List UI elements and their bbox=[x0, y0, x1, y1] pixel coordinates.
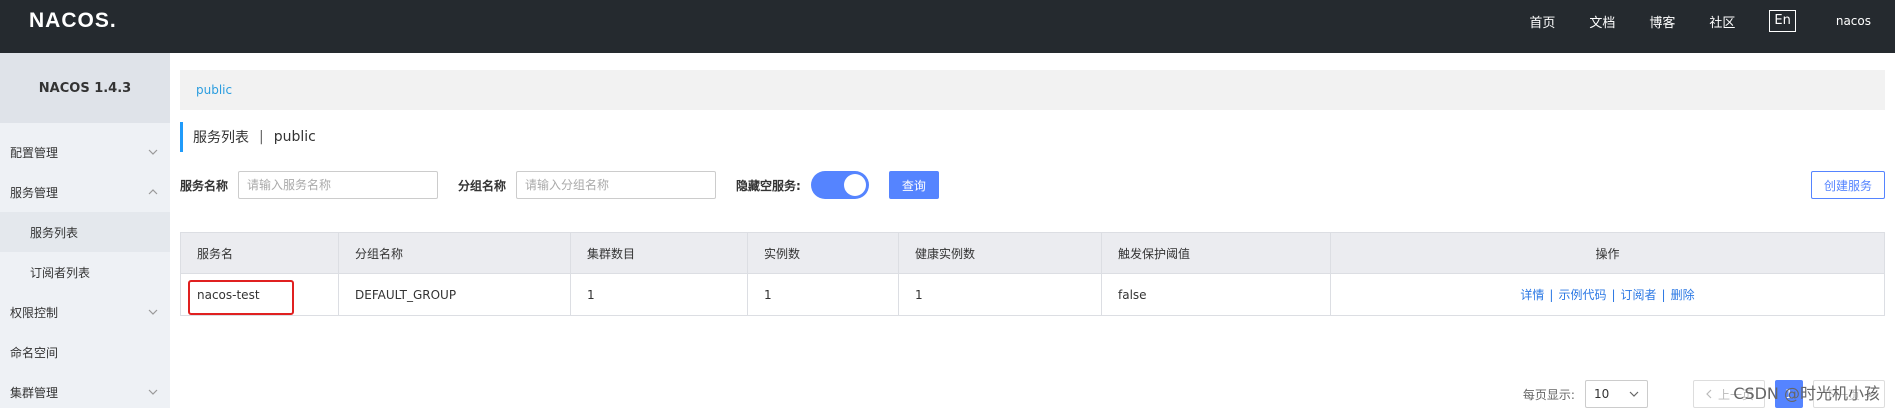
col-healthy-count: 健康实例数 bbox=[898, 232, 1102, 274]
page-title: 服务列表 | public bbox=[180, 122, 316, 152]
nacos-logo[interactable]: NACOS. bbox=[29, 9, 117, 33]
sidebar-item-service-list[interactable]: 服务列表 bbox=[0, 212, 170, 252]
chevron-down-icon bbox=[148, 389, 158, 395]
col-instance-count: 实例数 bbox=[747, 232, 899, 274]
sidebar-item-subscriber-list[interactable]: 订阅者列表 bbox=[0, 252, 170, 292]
chevron-down-icon bbox=[148, 309, 158, 315]
sidebar-item-label: 订阅者列表 bbox=[30, 265, 91, 280]
sidebar: NACOS 1.4.3 配置管理 服务管理 服务列表 订阅者列表 权限控制 命名… bbox=[0, 53, 170, 408]
table-row: nacos-test DEFAULT_GROUP 1 1 1 false 详情 |… bbox=[180, 273, 1885, 316]
col-threshold: 触发保护阈值 bbox=[1101, 232, 1331, 274]
sidebar-item-label: 命名空间 bbox=[10, 345, 59, 360]
nav-community[interactable]: 社区 bbox=[1709, 12, 1735, 31]
toggle-knob bbox=[843, 174, 866, 196]
page-title-namespace: public bbox=[273, 129, 316, 145]
col-operations: 操作 bbox=[1330, 232, 1885, 274]
chevron-left-icon bbox=[1706, 389, 1712, 399]
version-label: NACOS 1.4.3 bbox=[0, 53, 170, 123]
sidebar-item-label: 权限控制 bbox=[10, 305, 59, 320]
create-service-button[interactable]: 创建服务 bbox=[1811, 171, 1885, 199]
sidebar-item-cluster-management[interactable]: 集群管理 bbox=[0, 372, 170, 408]
user-name[interactable]: nacos bbox=[1836, 14, 1871, 28]
delete-link[interactable]: 删除 bbox=[1671, 288, 1695, 302]
chevron-up-icon bbox=[148, 189, 158, 195]
col-service-name: 服务名 bbox=[180, 232, 339, 274]
group-name-input[interactable] bbox=[516, 171, 717, 199]
table-header-row: 服务名 分组名称 集群数目 实例数 健康实例数 触发保护阈值 操作 bbox=[180, 232, 1885, 274]
cell-threshold: false bbox=[1101, 273, 1331, 316]
details-link[interactable]: 详情 bbox=[1520, 288, 1544, 302]
namespace-bar: public bbox=[180, 70, 1885, 110]
col-group-name: 分组名称 bbox=[338, 232, 571, 274]
sidebar-item-label: 配置管理 bbox=[10, 145, 59, 160]
cell-group-name: DEFAULT_GROUP bbox=[338, 273, 571, 316]
nav-home[interactable]: 首页 bbox=[1529, 12, 1555, 31]
service-name-label: 服务名称 bbox=[180, 178, 229, 193]
group-name-label: 分组名称 bbox=[458, 178, 507, 193]
sidebar-item-namespace[interactable]: 命名空间 bbox=[0, 332, 170, 372]
watermark: CSDN @时光机小孩 bbox=[1733, 384, 1880, 403]
sidebar-item-label: 集群管理 bbox=[10, 385, 59, 400]
service-name-input[interactable] bbox=[238, 171, 439, 199]
sidebar-item-access-control[interactable]: 权限控制 bbox=[0, 292, 170, 332]
title-separator: | bbox=[259, 129, 264, 145]
sidebar-item-config-management[interactable]: 配置管理 bbox=[0, 132, 170, 172]
sample-code-link[interactable]: 示例代码 bbox=[1558, 288, 1606, 302]
cell-instance-count: 1 bbox=[747, 273, 899, 316]
sidebar-item-service-management[interactable]: 服务管理 bbox=[0, 172, 170, 212]
nav-blog[interactable]: 博客 bbox=[1649, 12, 1675, 31]
hide-empty-label: 隐藏空服务: bbox=[736, 178, 801, 193]
service-table: 服务名 分组名称 集群数目 实例数 健康实例数 触发保护阈值 操作 nacos-… bbox=[180, 232, 1885, 316]
cell-service-name: nacos-test bbox=[180, 273, 339, 316]
main-content: public 服务列表 | public 服务名称 分组名称 隐藏空服务: 查询… bbox=[170, 53, 1895, 408]
nav-docs[interactable]: 文档 bbox=[1589, 12, 1615, 31]
col-cluster-count: 集群数目 bbox=[570, 232, 748, 274]
query-button[interactable]: 查询 bbox=[888, 171, 939, 199]
page-title-text: 服务列表 bbox=[193, 130, 249, 146]
sidebar-item-label: 服务管理 bbox=[10, 185, 59, 200]
hide-empty-toggle[interactable] bbox=[810, 171, 869, 199]
namespace-public-link[interactable]: public bbox=[196, 83, 232, 97]
cell-cluster-count: 1 bbox=[570, 273, 748, 316]
top-nav: 首页 文档 博客 社区 En nacos bbox=[1529, 0, 1895, 42]
chevron-down-icon bbox=[1629, 391, 1639, 397]
page-size-label: 每页显示: bbox=[1522, 387, 1575, 402]
sidebar-item-label: 服务列表 bbox=[30, 225, 79, 240]
cell-operations: 详情 | 示例代码 | 订阅者 | 删除 bbox=[1330, 273, 1885, 316]
top-header: NACOS. 首页 文档 博客 社区 En nacos bbox=[0, 0, 1895, 53]
filter-bar: 服务名称 分组名称 隐藏空服务: 查询 bbox=[180, 170, 939, 200]
chevron-down-icon bbox=[148, 149, 158, 155]
page-size-select[interactable]: 10 bbox=[1584, 380, 1648, 408]
subscribers-link[interactable]: 订阅者 bbox=[1621, 288, 1657, 302]
page-size-value: 10 bbox=[1593, 387, 1610, 401]
cell-healthy-count: 1 bbox=[898, 273, 1102, 316]
language-toggle[interactable]: En bbox=[1769, 10, 1796, 32]
